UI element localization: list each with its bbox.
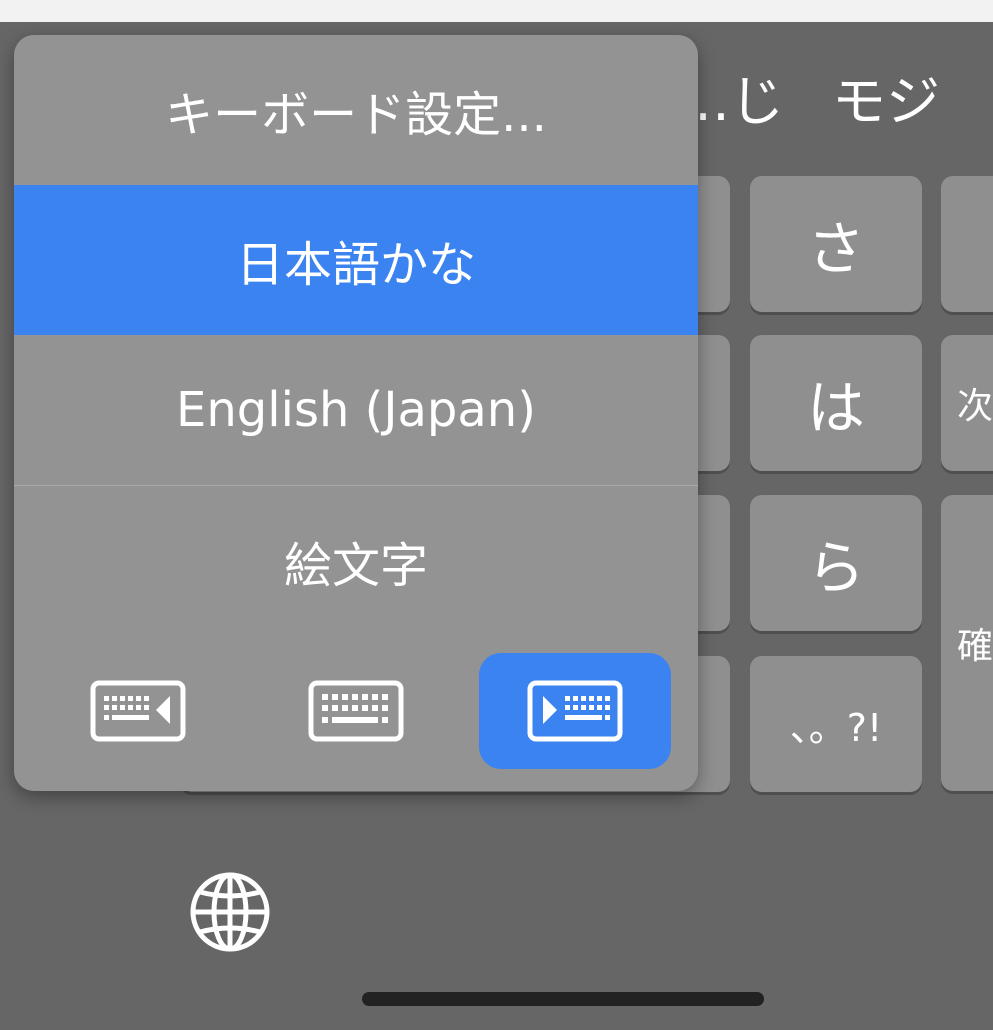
key-punctuation[interactable]: 、。?! [750,656,922,792]
home-indicator [362,992,764,1006]
key-confirm-label: 確 [957,626,993,667]
key-ha-label: は [806,374,865,442]
layout-full-button[interactable] [260,653,452,769]
menu-item-label: 日本語かな [235,237,476,293]
key-next-label: 次 [957,386,993,427]
key-confirm[interactable]: 確 [941,495,993,791]
candidate-word-2[interactable]: モジ [832,70,940,134]
key-punctuation-label: 、。?! [789,705,883,750]
keyboard-right-icon [527,680,623,742]
menu-item-label: キーボード設定... [165,87,547,143]
top-bar [0,0,993,22]
key-next[interactable]: 次 [941,335,993,471]
key-ha[interactable]: は [750,335,922,471]
keyboard-icon [308,680,404,742]
menu-item-japanese-kana[interactable]: 日本語かな [14,185,698,335]
layout-left-button[interactable] [42,653,234,769]
key-sa-label: さ [806,215,865,283]
key-sa[interactable]: さ [750,176,922,312]
menu-item-keyboard-settings[interactable]: キーボード設定... [14,35,698,185]
globe-icon [190,872,270,952]
menu-item-english-japan[interactable]: English (Japan) [14,335,698,485]
menu-item-label: English (Japan) [176,382,536,438]
keyboard-left-icon [90,680,186,742]
key-ra-label: ら [806,534,865,602]
keyboard-switcher-popup: キーボード設定... 日本語かな English (Japan) 絵文字 [14,35,698,791]
layout-right-button[interactable] [479,653,671,769]
menu-item-label: 絵文字 [283,538,428,594]
menu-item-emoji[interactable]: 絵文字 [14,486,698,636]
key-ra[interactable]: ら [750,495,922,631]
key-row1-right[interactable] [941,176,993,312]
globe-button[interactable] [188,870,272,954]
